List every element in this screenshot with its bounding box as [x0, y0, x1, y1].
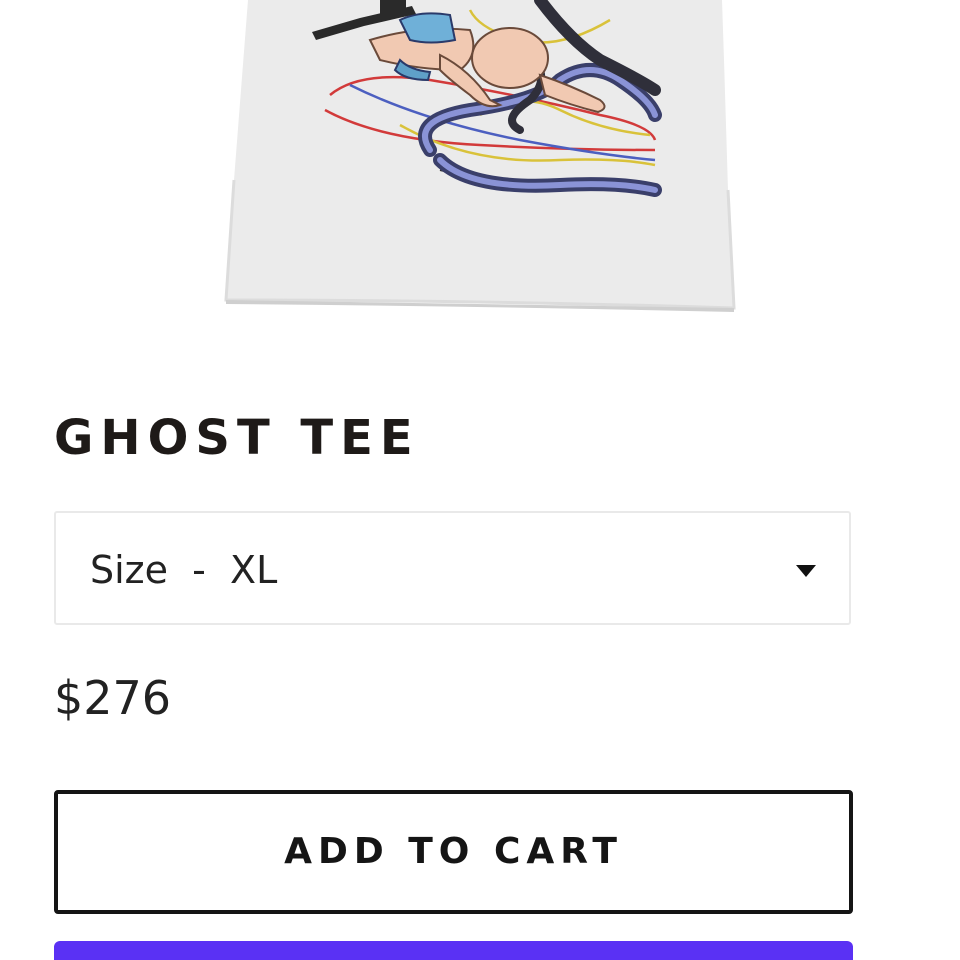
add-to-cart-button[interactable]: ADD TO CART: [54, 790, 853, 914]
product-page: GHOST TEE Size - XL $276 ADD TO CART: [0, 0, 960, 960]
price: $276: [54, 671, 172, 725]
add-to-cart-label: ADD TO CART: [284, 831, 623, 872]
chevron-down-icon: [796, 565, 816, 577]
size-select-value: Size - XL: [90, 548, 278, 592]
size-select[interactable]: Size - XL: [54, 511, 851, 625]
tshirt-illustration: [224, 0, 736, 312]
product-title: GHOST TEE: [54, 410, 420, 466]
product-image[interactable]: [0, 0, 960, 320]
buy-now-button[interactable]: [54, 941, 853, 960]
